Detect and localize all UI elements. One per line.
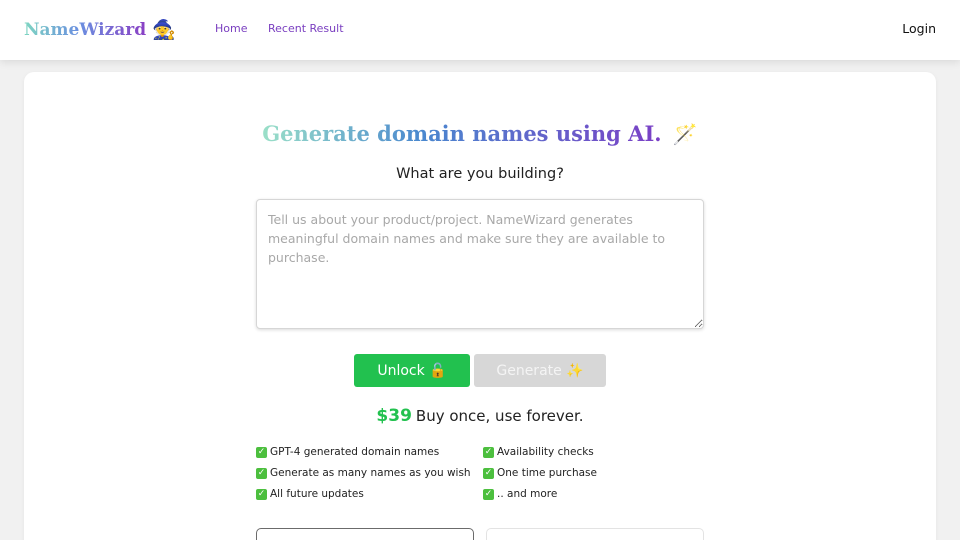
feature-item: ✓ Availability checks bbox=[483, 445, 710, 459]
feature-list: ✓ GPT-4 generated domain names ✓ Availab… bbox=[256, 445, 716, 501]
feature-item: ✓ Generate as many names as you wish bbox=[256, 466, 483, 480]
check-box-icon: ✓ bbox=[483, 488, 494, 500]
project-description-input[interactable] bbox=[256, 199, 704, 329]
logo[interactable]: NameWizard 🧙 bbox=[24, 18, 176, 41]
unlock-button[interactable]: Unlock 🔓 bbox=[354, 354, 470, 387]
pricing-tagline: Buy once, use forever. bbox=[415, 407, 584, 425]
price: $39 bbox=[376, 406, 412, 426]
nav-link-recent-result[interactable]: Recent Result bbox=[268, 22, 344, 35]
page-subtitle: What are you building? bbox=[396, 166, 564, 182]
generate-button[interactable]: Generate ✨ bbox=[474, 354, 606, 387]
feature-item: ✓ GPT-4 generated domain names bbox=[256, 445, 483, 459]
check-box-icon: ✓ bbox=[256, 446, 267, 458]
page-title: Generate domain names using AI. 🪄 bbox=[0, 121, 960, 146]
login-link[interactable]: Login bbox=[902, 21, 936, 36]
magic-wand-icon: 🪄 bbox=[672, 122, 698, 146]
feature-label: Availability checks bbox=[497, 446, 594, 458]
plan-card-right[interactable] bbox=[486, 528, 704, 540]
feature-label: One time purchase bbox=[497, 467, 597, 479]
pricing-line: $39 Buy once, use forever. bbox=[0, 406, 960, 426]
check-box-icon: ✓ bbox=[256, 467, 267, 479]
nav-link-home[interactable]: Home bbox=[215, 22, 247, 35]
check-box-icon: ✓ bbox=[483, 446, 494, 458]
wizard-icon: 🧙 bbox=[152, 19, 176, 41]
feature-label: Generate as many names as you wish bbox=[270, 467, 471, 479]
navbar: NameWizard 🧙 Home Recent Result Login bbox=[0, 0, 960, 60]
feature-label: GPT-4 generated domain names bbox=[270, 446, 440, 458]
check-box-icon: ✓ bbox=[483, 467, 494, 479]
plan-card-left[interactable] bbox=[256, 528, 474, 540]
feature-label: .. and more bbox=[497, 488, 558, 500]
page-title-text: Generate domain names using AI. bbox=[262, 121, 662, 146]
logo-text: NameWizard bbox=[24, 19, 147, 40]
check-box-icon: ✓ bbox=[256, 488, 267, 500]
feature-item: ✓ All future updates bbox=[256, 487, 483, 501]
feature-item: ✓ .. and more bbox=[483, 487, 710, 501]
feature-label: All future updates bbox=[270, 488, 364, 500]
feature-item: ✓ One time purchase bbox=[483, 466, 710, 480]
